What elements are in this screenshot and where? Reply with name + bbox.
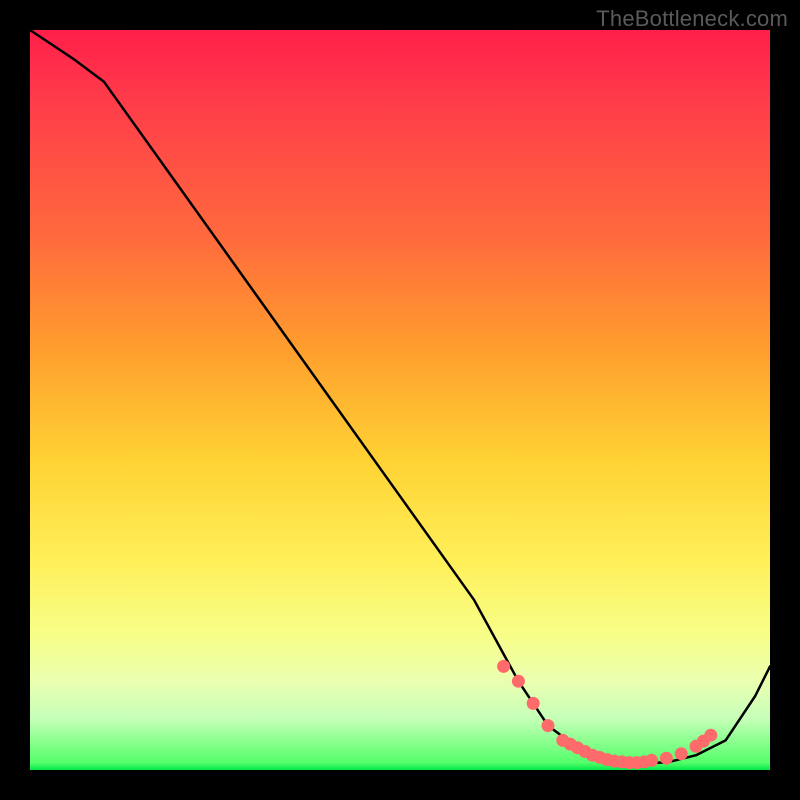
bottleneck-curve-path	[30, 30, 770, 763]
curve-svg	[30, 30, 770, 770]
marker-group	[498, 660, 717, 768]
marker-point	[512, 675, 524, 687]
chart-frame: TheBottleneck.com	[0, 0, 800, 800]
marker-point	[498, 660, 510, 672]
marker-point	[646, 754, 658, 766]
marker-point	[527, 697, 539, 709]
marker-point	[705, 729, 717, 741]
watermark-text: TheBottleneck.com	[596, 6, 788, 32]
marker-point	[675, 748, 687, 760]
plot-area	[30, 30, 770, 770]
marker-point	[542, 720, 554, 732]
marker-point	[660, 752, 672, 764]
